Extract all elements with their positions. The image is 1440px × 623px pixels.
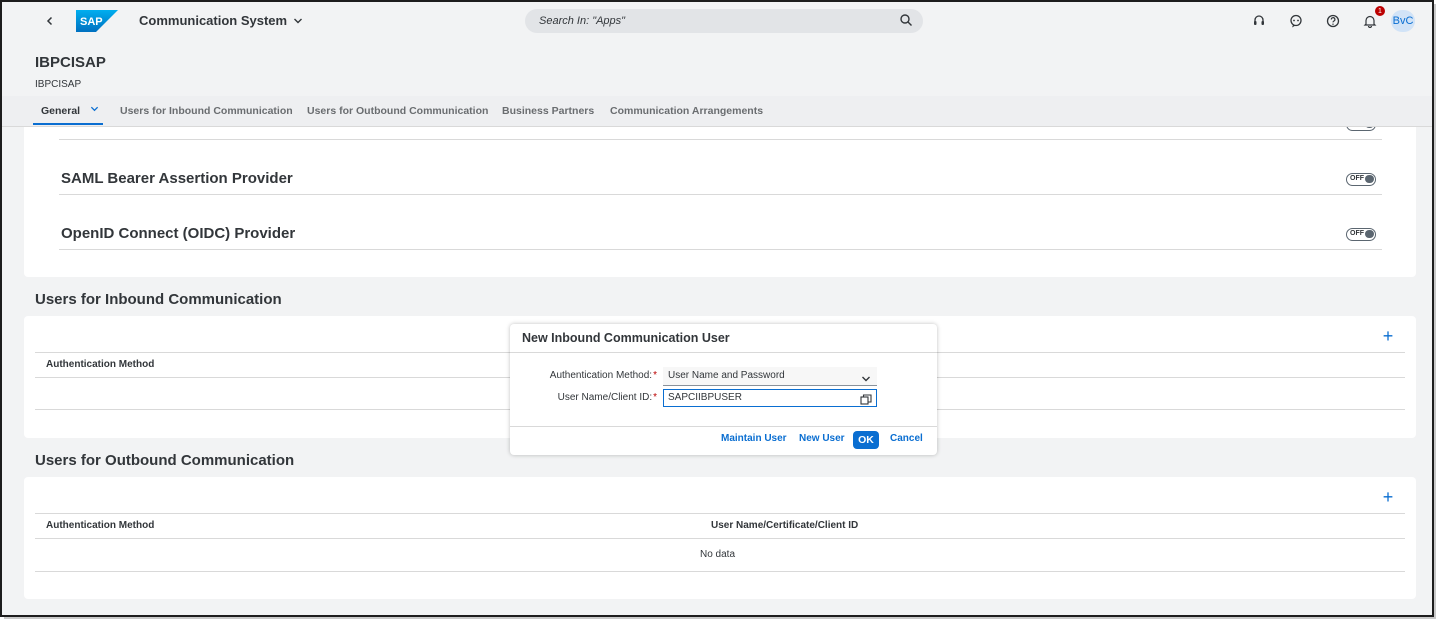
outbound-table-row [35, 571, 1405, 572]
user-id-input[interactable]: SAPCIIBPUSER [663, 389, 877, 407]
sap-logo[interactable]: SAP [76, 10, 118, 32]
no-data-text: No data [700, 549, 736, 560]
column-header-auth: Authentication Method [46, 359, 155, 370]
maintain-user-button[interactable]: Maintain User [721, 433, 787, 444]
avatar[interactable]: BvC [1391, 10, 1415, 32]
joule-chat-icon[interactable] [1286, 11, 1306, 31]
ok-button[interactable]: OK [853, 431, 879, 449]
toggle-knob [1365, 230, 1374, 238]
toggle-switch[interactable]: OFF [1346, 173, 1376, 186]
svg-text:SAP: SAP [80, 16, 103, 28]
help-icon[interactable] [1323, 11, 1343, 31]
tab-bar: General Users for Inbound Communication … [2, 96, 1432, 127]
chevron-left-icon [46, 16, 53, 26]
cancel-button[interactable]: Cancel [890, 433, 923, 444]
chevron-down-icon [294, 18, 303, 23]
active-tab-indicator [33, 123, 103, 125]
row-title: SAML Bearer Assertion Provider [61, 170, 293, 187]
page-subtitle: IBPCISAP [35, 79, 82, 90]
toggle-label: OFF [1350, 175, 1364, 182]
chevron-down-icon [861, 370, 871, 388]
app-window: SAP Communication System Search In: "App… [0, 0, 1434, 617]
app-title-menu[interactable]: Communication System [139, 13, 303, 28]
notification-badge: 1 [1375, 6, 1385, 16]
required-marker: * [653, 370, 657, 381]
outbound-section-heading: Users for Outbound Communication [35, 452, 295, 469]
auth-method-value: User Name and Password [668, 370, 785, 381]
auth-method-label: Authentication Method:* [550, 370, 657, 381]
sap-logo-icon: SAP [76, 10, 118, 32]
add-inbound-user-icon[interactable]: + [1380, 327, 1396, 345]
auth-method-label-text: Authentication Method: [549, 370, 653, 381]
outbound-table-header: Authentication Method User Name/Certific… [35, 513, 1405, 539]
search-field[interactable]: Search In: "Apps" [525, 9, 923, 33]
user-id-label: User Name/Client ID:* [558, 392, 657, 403]
auth-method-select[interactable]: User Name and Password [663, 367, 877, 386]
search-icon[interactable] [899, 13, 913, 32]
tab-communication-arrangements[interactable]: Communication Arrangements [610, 105, 763, 117]
search-placeholder: Search In: "Apps" [539, 15, 626, 27]
tab-users-inbound[interactable]: Users for Inbound Communication [120, 105, 293, 117]
app-title: Communication System [139, 13, 288, 28]
toggle-label: OFF [1350, 230, 1364, 237]
user-id-label-text: User Name/Client ID: [557, 392, 653, 403]
user-id-value: SAPCIIBPUSER [668, 392, 742, 403]
inbound-section-heading: Users for Inbound Communication [35, 291, 282, 308]
new-user-button[interactable]: New User [799, 433, 845, 444]
tab-general[interactable]: General [41, 105, 80, 117]
chevron-down-icon [90, 106, 99, 112]
dialog-footer-divider [510, 426, 937, 427]
general-row-oidc: OpenID Connect (OIDC) Provider OFF [59, 219, 1382, 250]
column-header-user: User Name/Certificate/Client ID [711, 520, 859, 531]
headset-icon[interactable] [1249, 11, 1269, 31]
page-title: IBPCISAP [35, 54, 106, 71]
add-outbound-user-icon[interactable]: + [1380, 488, 1396, 506]
dialog-title: New Inbound Communication User [522, 331, 730, 345]
column-header-auth: Authentication Method [46, 520, 155, 531]
row-title: OpenID Connect (OIDC) Provider [61, 225, 296, 242]
tab-general-dropdown[interactable] [90, 104, 99, 116]
new-inbound-user-dialog: New Inbound Communication User Authentic… [510, 324, 937, 455]
dialog-header-divider [510, 352, 937, 353]
toggle-switch[interactable]: OFF [1346, 228, 1376, 241]
toggle-knob [1365, 175, 1374, 183]
tab-business-partners[interactable]: Business Partners [502, 105, 594, 117]
tab-users-outbound[interactable]: Users for Outbound Communication [307, 105, 488, 117]
back-button[interactable] [40, 11, 60, 31]
general-row-saml: SAML Bearer Assertion Provider OFF [59, 164, 1382, 195]
value-help-icon[interactable] [860, 392, 872, 410]
shell-bar: SAP Communication System Search In: "App… [2, 2, 1432, 40]
required-marker: * [653, 392, 657, 403]
